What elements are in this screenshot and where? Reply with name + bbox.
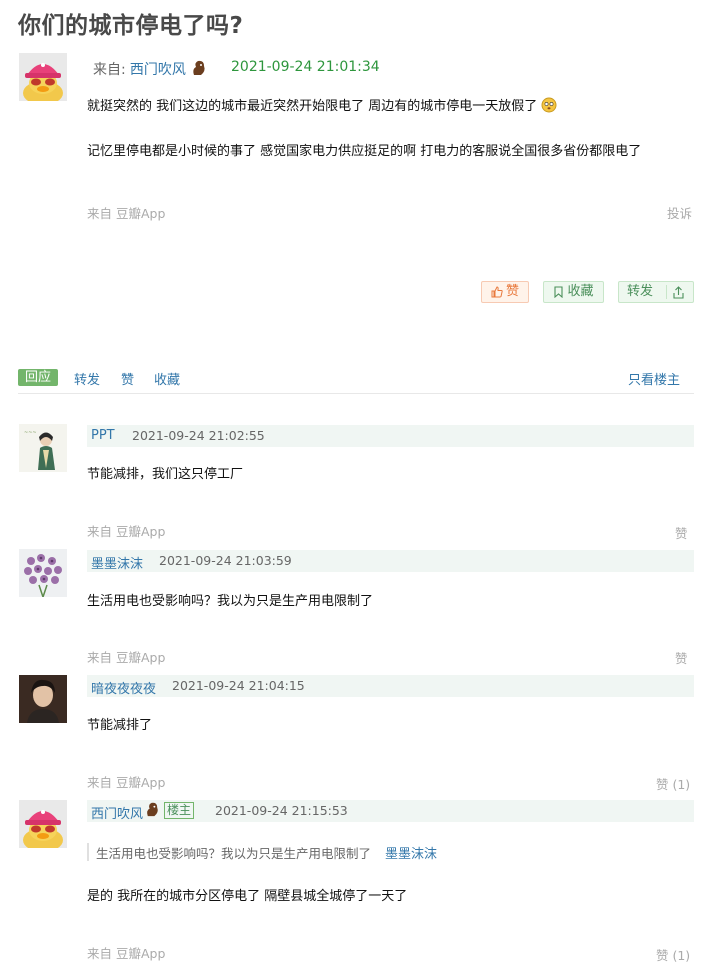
report-link[interactable]: 投诉 [667, 203, 692, 222]
share-button[interactable]: 转发 [618, 281, 694, 303]
comment-timestamp: 2021-09-24 21:03:59 [159, 553, 292, 568]
squirrel-icon [190, 59, 208, 81]
commenter-avatar[interactable] [19, 675, 67, 723]
op-badge: 楼主 [164, 802, 195, 819]
commenter-name[interactable]: 西门吹风 [91, 803, 143, 822]
comment-source: 来自 豆瓣App [87, 524, 166, 539]
comment-text: 节能减排了 [87, 718, 153, 733]
tab-share[interactable]: 转发 [74, 369, 100, 388]
tab-reply[interactable]: 回应 [18, 369, 59, 386]
like-button-label: 赞 [505, 284, 519, 299]
commenter-avatar[interactable] [19, 800, 67, 848]
flushed-emoji-icon [541, 97, 557, 117]
commenter-name[interactable]: PPT [91, 428, 115, 443]
comment-header: 墨墨沫沫 2021-09-24 21:03:59 [87, 550, 694, 572]
comment-source: 来自 豆瓣App [87, 946, 166, 961]
tab-favorite[interactable]: 收藏 [154, 369, 180, 388]
post-paragraph-1: 就挺突然的 我们这边的城市最近突然开始限电了 周边有的城市停电一天放假了 [87, 99, 538, 114]
favorite-button[interactable]: 收藏 [543, 281, 604, 303]
thumbs-up-icon [491, 286, 503, 298]
squirrel-icon [144, 801, 161, 822]
comment-source: 来自 豆瓣App [87, 775, 166, 790]
like-button[interactable]: 赞 [481, 281, 529, 303]
favorite-button-label: 收藏 [567, 284, 594, 299]
share-button-label: 转发 [627, 284, 654, 299]
comment-like-link[interactable]: 赞 [675, 648, 688, 667]
commenter-avatar[interactable] [19, 549, 67, 597]
share-icon[interactable] [672, 286, 685, 299]
from-label: 来自: [93, 62, 126, 78]
commenter-name[interactable]: 墨墨沫沫 [91, 553, 143, 572]
comment-source: 来自 豆瓣App [87, 650, 166, 665]
tab-like[interactable]: 赞 [121, 369, 134, 388]
post-source: 来自 豆瓣App [87, 206, 166, 221]
only-op-link[interactable]: 只看楼主 [628, 369, 680, 388]
post-paragraph-2: 记忆里停电都是小时候的事了 感觉国家电力供应挺足的啊 打电力的客服说全国很多省份… [87, 144, 642, 159]
comment-text: 节能减排，我们这只停工厂 [87, 467, 244, 482]
bookmark-icon [553, 286, 564, 298]
reply-tabs: 回应 转发 赞 收藏 只看楼主 [18, 367, 694, 394]
comment-like-link[interactable]: 赞 (1) [656, 774, 690, 793]
comment-timestamp: 2021-09-24 21:02:55 [132, 428, 265, 443]
page-title: 你们的城市停电了吗? [18, 13, 244, 39]
author-avatar[interactable] [19, 53, 67, 101]
comment-header: PPT 2021-09-24 21:02:55 [87, 425, 694, 447]
post-timestamp: 2021-09-24 21:01:34 [231, 59, 380, 75]
commenter-name[interactable]: 暗夜夜夜夜 [91, 678, 156, 697]
comment-text: 生活用电也受影响吗？我以为只是生产用电限制了 [87, 594, 374, 609]
quoted-reply: 生活用电也受影响吗？我以为只是生产用电限制了 墨墨沫沫 [87, 843, 437, 862]
comment-timestamp: 2021-09-24 21:15:53 [215, 803, 348, 818]
author-name-link[interactable]: 西门吹风 [130, 62, 186, 78]
svg-text:~~~: ~~~ [24, 430, 37, 436]
commenter-avatar[interactable]: ~~~ [19, 424, 67, 472]
comment-timestamp: 2021-09-24 21:04:15 [172, 678, 305, 693]
comment-like-link[interactable]: 赞 [675, 523, 688, 542]
comment-like-link[interactable]: 赞 (1) [656, 945, 690, 964]
comment-header: 西门吹风 楼主 2021-09-24 21:15:53 [87, 800, 694, 822]
quoted-author-link[interactable]: 墨墨沫沫 [385, 847, 437, 862]
quoted-text: 生活用电也受影响吗？我以为只是生产用电限制了 [96, 846, 372, 861]
comment-text: 是的 我所在的城市分区停电了 隔壁县城全城停了一天了 [87, 889, 408, 904]
comment-header: 暗夜夜夜夜 2021-09-24 21:04:15 [87, 675, 694, 697]
